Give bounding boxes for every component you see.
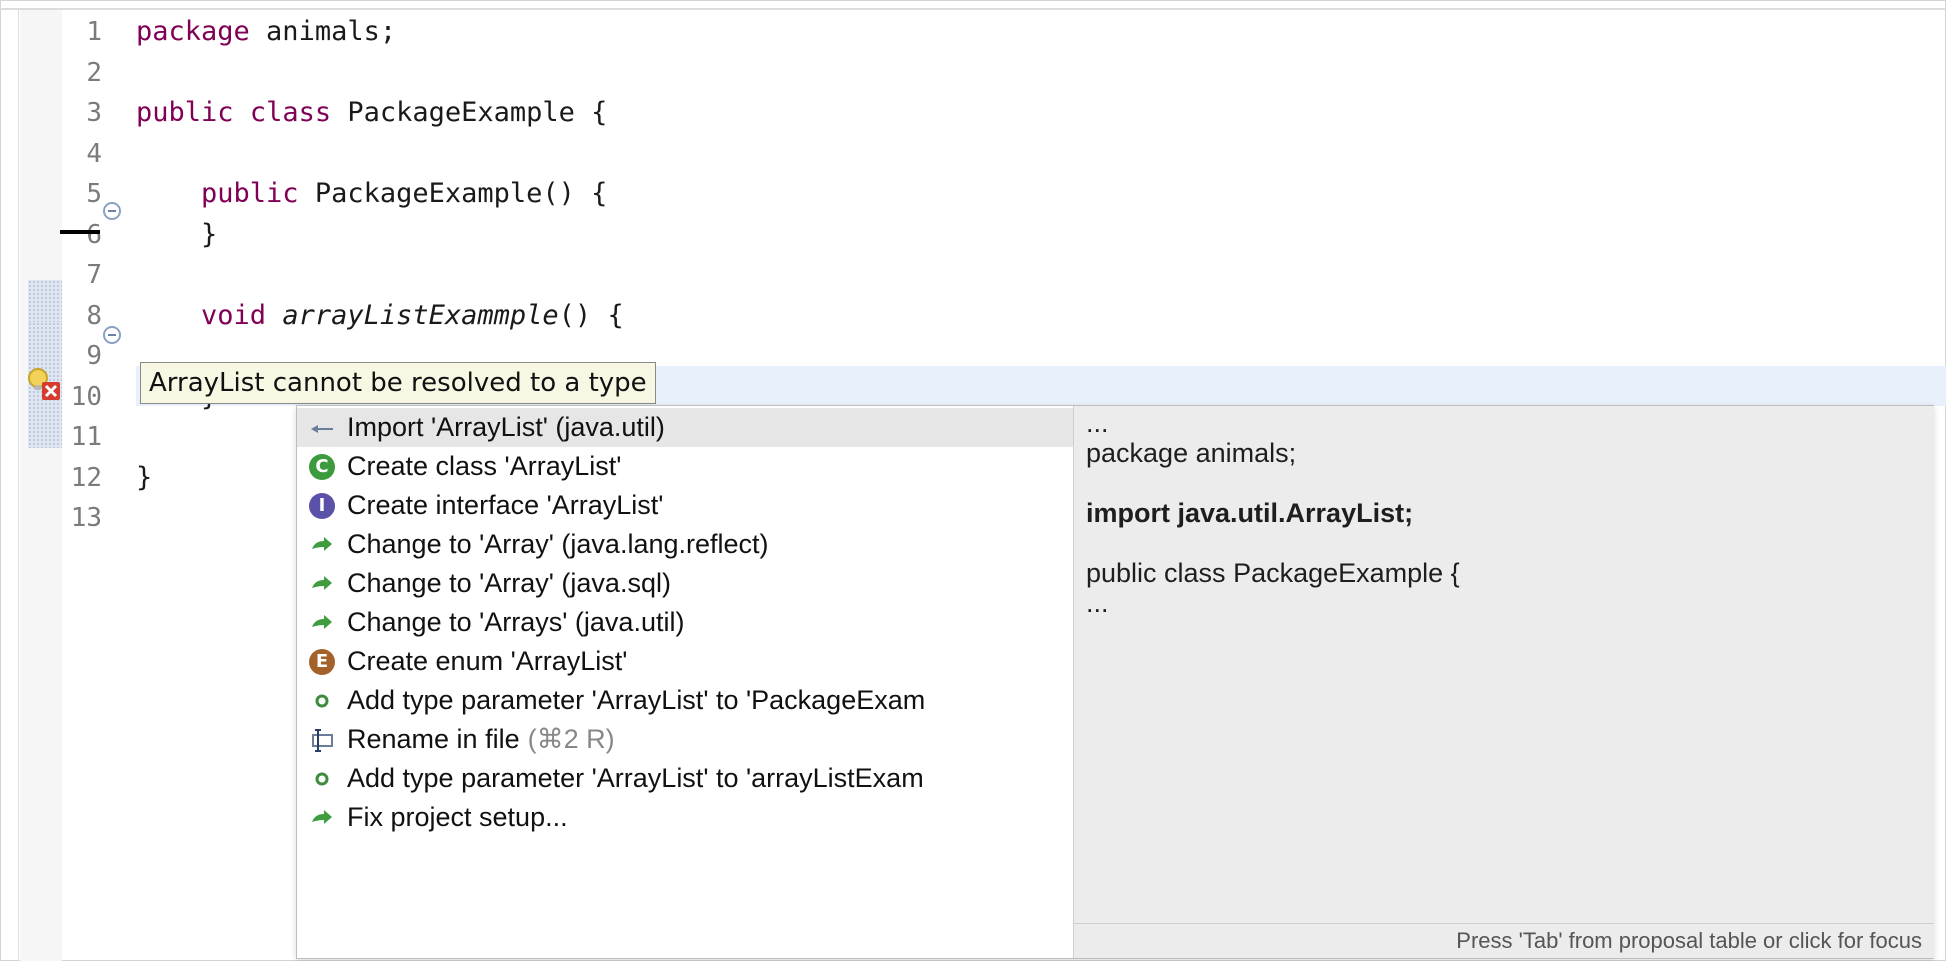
change-arrow-icon [309,805,335,831]
line-number: 6 [86,219,102,250]
quickfix-error-icon[interactable] [26,366,64,402]
proposal-label: Fix project setup... [347,802,568,832]
code-line[interactable]: } [136,456,152,500]
preview-line: ... [1086,408,1109,438]
class-c-icon: C [309,453,335,480]
code-token: } [136,461,153,493]
preview-line: ... [1086,588,1109,618]
proposal-label: Import 'ArrayList' (java.util) [347,412,665,442]
proposal-label: Change to 'Array' (java.lang.reflect) [347,529,769,559]
line-number: 2 [86,57,102,88]
line-number: 7 [86,260,102,290]
keyword-token: class [249,97,332,128]
type-param-dot-icon [309,766,335,792]
line-number: 12 [70,462,102,493]
preview-status-text: Press 'Tab' from proposal table or click… [1456,928,1922,953]
proposal-preview[interactable]: ... package animals; import java.util.Arra… [1073,406,1934,958]
line-number: 10 [70,381,102,412]
quickfix-proposal[interactable]: Change to 'Arrays' (java.util) [297,603,1073,642]
preview-line: import java.util.ArrayList; [1086,498,1414,528]
line-number: 1 [86,17,102,47]
line-number: 13 [70,503,102,533]
code-line[interactable]: public class PackageExample { [136,91,607,135]
quickfix-proposal[interactable]: Import 'ArrayList' (java.util) [297,408,1073,447]
keyword-token: public [136,97,234,128]
quickfix-proposal[interactable]: Change to 'Array' (java.lang.reflect) [297,525,1073,564]
proposal-label: Change to 'Array' (java.sql) [347,568,671,598]
proposal-list-footer [297,946,1073,958]
quickfix-proposal[interactable]: Add type parameter 'ArrayList' to 'array… [297,759,1073,798]
code-line[interactable]: void arrayListExammple() { [136,294,624,338]
code-token: animals; [249,16,397,47]
quickfix-proposal[interactable]: Change to 'Array' (java.sql) [297,564,1073,603]
quickfix-proposal[interactable]: Add type parameter 'ArrayList' to 'Packa… [297,681,1073,720]
proposal-label: Add type parameter 'ArrayList' to 'array… [347,763,924,793]
rename-icon [309,727,335,753]
keyword-token: void [201,299,267,331]
ruler-highlight [28,280,62,326]
quick-fix-popup: Import 'ArrayList' (java.util) C Create cl… [296,405,1934,959]
proposal-label: Rename in file [347,724,520,754]
preview-status-bar: Press 'Tab' from proposal table or click… [1074,923,1934,958]
code-line[interactable]: } [136,213,217,257]
vertical-ruler[interactable] [20,10,62,961]
error-tooltip: ArrayList cannot be resolved to a type [140,362,656,404]
editor-left-border [18,8,19,961]
preview-line: package animals; [1086,438,1297,468]
quickfix-proposal[interactable]: Fix project setup... [297,798,1073,837]
quickfix-proposal[interactable]: I Create interface 'ArrayList' [297,486,1073,525]
code-token: } [136,218,218,250]
quickfix-proposal[interactable]: E Create enum 'ArrayList' [297,642,1073,681]
preview-line: public class PackageExample { [1086,558,1460,588]
line-number: 11 [70,422,102,452]
code-token: () { [558,299,624,331]
proposal-label: Create class 'ArrayList' [347,451,622,481]
line-number: 4 [86,138,102,169]
proposal-shortcut: (⌘2 R) [527,724,615,754]
proposal-label: Change to 'Arrays' (java.util) [347,607,685,637]
proposal-label: Create interface 'ArrayList' [347,490,664,520]
import-arrow-icon [309,415,335,441]
type-param-dot-icon [309,688,335,714]
fold-collapse-icon[interactable] [103,202,121,220]
proposal-label: Create enum 'ArrayList' [347,646,628,676]
change-arrow-icon [309,610,335,636]
line-marker [60,230,100,234]
keyword-token: public [201,178,299,209]
line-number: 8 [86,300,102,331]
enum-e-icon: E [309,648,335,675]
interface-i-icon: I [309,492,335,519]
line-number: 5 [86,179,102,209]
code-line[interactable]: public PackageExample() { [136,172,607,216]
line-number: 9 [86,341,102,371]
proposal-label: Add type parameter 'ArrayList' to 'Packa… [347,685,926,715]
code-line[interactable]: package animals; [136,10,396,54]
proposal-list[interactable]: Import 'ArrayList' (java.util) C Create cl… [297,406,1073,958]
change-arrow-icon [309,532,335,558]
line-number: 3 [86,98,102,128]
keyword-token: package [136,16,250,47]
quickfix-proposal[interactable]: Rename in file (⌘2 R) [297,720,1073,759]
fold-collapse-icon[interactable] [103,326,121,344]
code-token: arrayListExammple [282,299,559,331]
code-token: PackageExample() { [298,178,608,209]
code-token: PackageExample { [331,97,608,128]
quickfix-proposal[interactable]: C Create class 'ArrayList' [297,447,1073,486]
change-arrow-icon [309,571,335,597]
